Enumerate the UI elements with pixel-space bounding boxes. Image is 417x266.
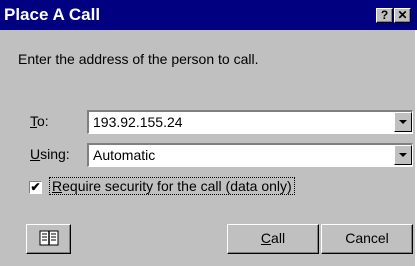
close-button[interactable]: ✕ [394, 8, 411, 23]
instruction-text: Enter the address of the person to call. [18, 51, 259, 67]
address-book-button[interactable] [26, 224, 71, 254]
to-label: To: [30, 113, 49, 129]
to-address-combobox[interactable]: 193.92.155.24 [87, 110, 413, 134]
help-button[interactable]: ? [376, 8, 393, 23]
using-label: Using: [30, 146, 70, 162]
using-label-rest: sing: [40, 146, 70, 162]
checkmark-icon: ✔ [30, 180, 41, 194]
to-label-rest: o: [37, 113, 49, 129]
require-security-mnemonic: R [52, 178, 63, 194]
title-bar: Place A Call ? ✕ [0, 0, 417, 30]
call-button[interactable]: Call [227, 224, 319, 254]
require-security-label-rest: equire security for the call (data only) [62, 178, 292, 194]
call-mnemonic: C [260, 230, 272, 246]
address-book-icon [39, 230, 59, 246]
using-combobox[interactable]: Automatic [87, 143, 413, 167]
using-value[interactable]: Automatic [93, 147, 155, 163]
using-dropdown-arrow-icon[interactable] [394, 145, 412, 165]
require-security-label[interactable]: Require security for the call (data only… [49, 177, 295, 195]
using-label-mnemonic: U [30, 146, 41, 162]
cancel-button[interactable]: Cancel [321, 224, 413, 254]
to-label-mnemonic: T [30, 113, 37, 129]
place-call-dialog: Place A Call ? ✕ Enter the address of th… [0, 0, 417, 266]
to-dropdown-arrow-icon[interactable] [394, 112, 412, 132]
to-address-value[interactable]: 193.92.155.24 [93, 114, 183, 130]
call-label-rest: all [271, 230, 286, 246]
dialog-title: Place A Call [4, 5, 101, 24]
require-security-checkbox[interactable]: ✔ [29, 181, 42, 194]
